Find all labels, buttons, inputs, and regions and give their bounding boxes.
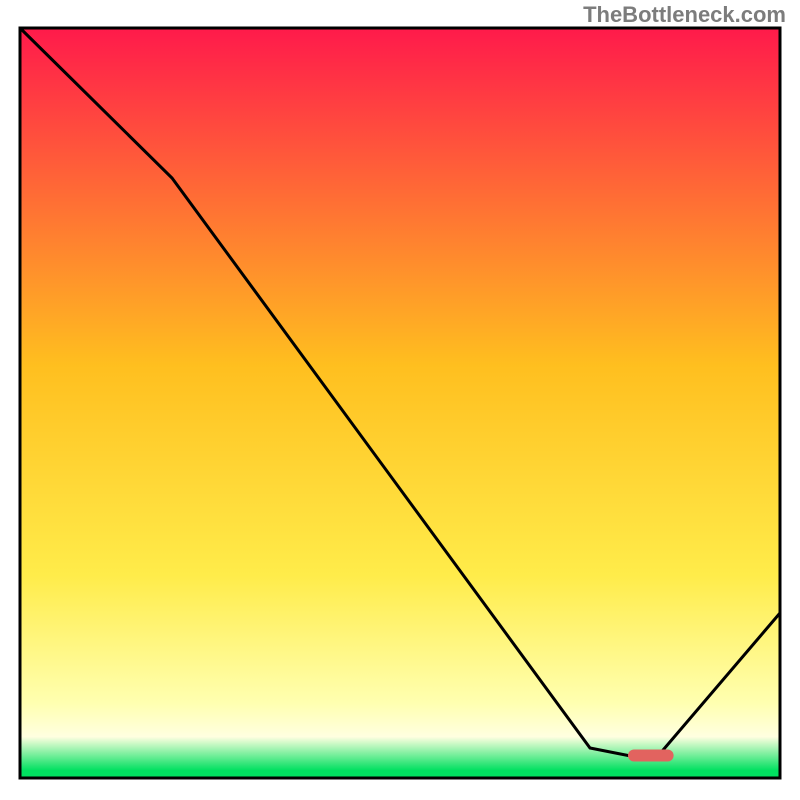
optimal-marker [628,750,674,762]
chart-canvas [0,0,800,800]
watermark-text: TheBottleneck.com [583,2,786,28]
